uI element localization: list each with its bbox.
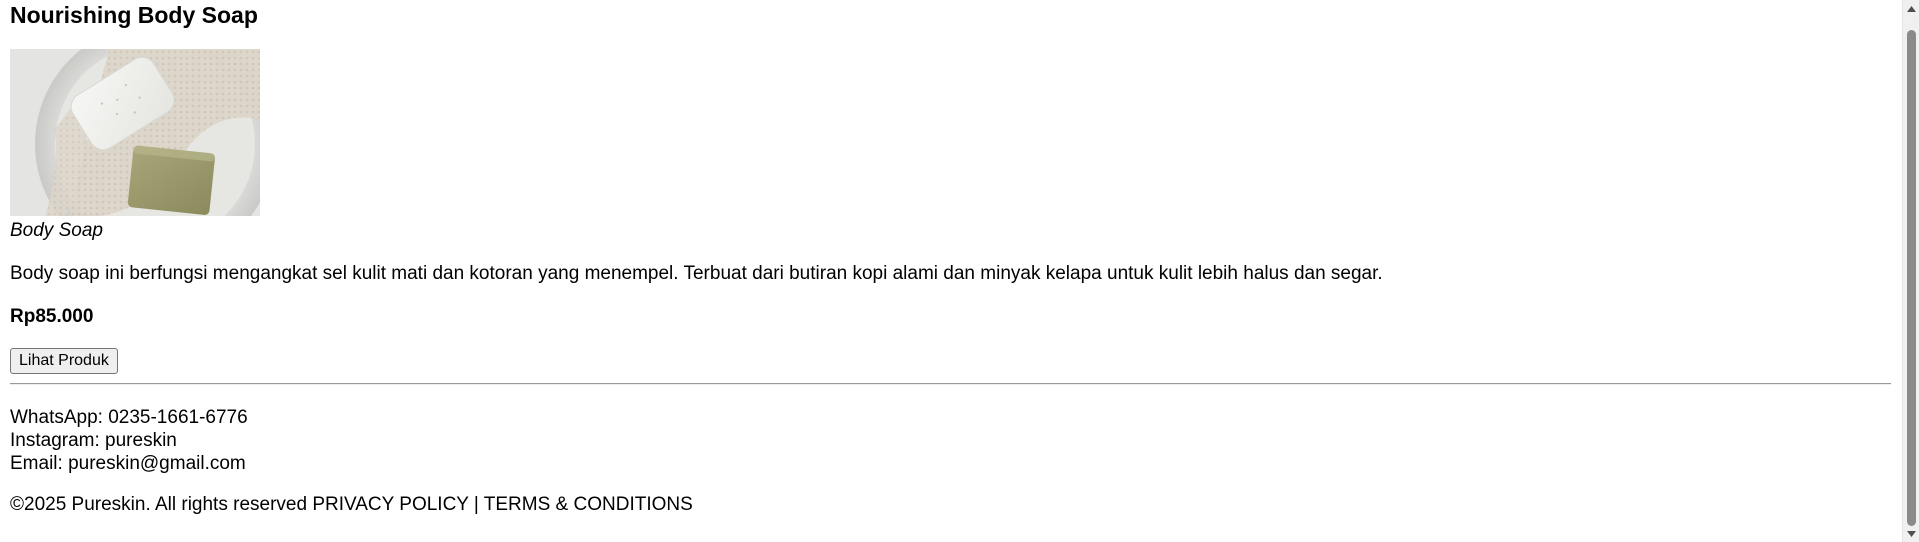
vertical-scrollbar[interactable] [1902,0,1919,542]
whatsapp-contact: WhatsApp: 0235-1661-6776 [10,407,248,428]
triangle-down-icon [1907,530,1916,537]
view-product-button[interactable]: Lihat Produk [10,348,118,374]
divider [10,383,1891,385]
image-caption: Body Soap [10,220,103,241]
footer-separator: | [473,494,479,515]
footer: ©2025 Pureskin. All rights reserved PRIV… [10,494,1890,516]
product-price: Rp85.000 [10,306,94,327]
scroll-thumb[interactable] [1907,30,1916,526]
scroll-up-button[interactable] [1903,0,1919,17]
product-image [10,49,260,216]
terms-conditions-link[interactable]: TERMS & CONDITIONS [484,494,693,515]
copyright-text: ©2025 Pureskin. All rights reserved [10,494,308,515]
email-contact: Email: pureskin@gmail.com [10,453,246,474]
scroll-down-button[interactable] [1903,525,1919,542]
instagram-contact: Instagram: pureskin [10,430,177,451]
product-description: Body soap ini berfungsi mengangkat sel k… [10,263,1383,284]
page: Nourishing Body Soap Body Soap Body soap… [0,0,1900,542]
contact-info: WhatsApp: 0235-1661-6776 Instagram: pure… [10,406,1890,475]
privacy-policy-link[interactable]: PRIVACY POLICY [312,494,468,515]
product-title: Nourishing Body Soap [10,2,258,28]
triangle-up-icon [1907,5,1916,12]
